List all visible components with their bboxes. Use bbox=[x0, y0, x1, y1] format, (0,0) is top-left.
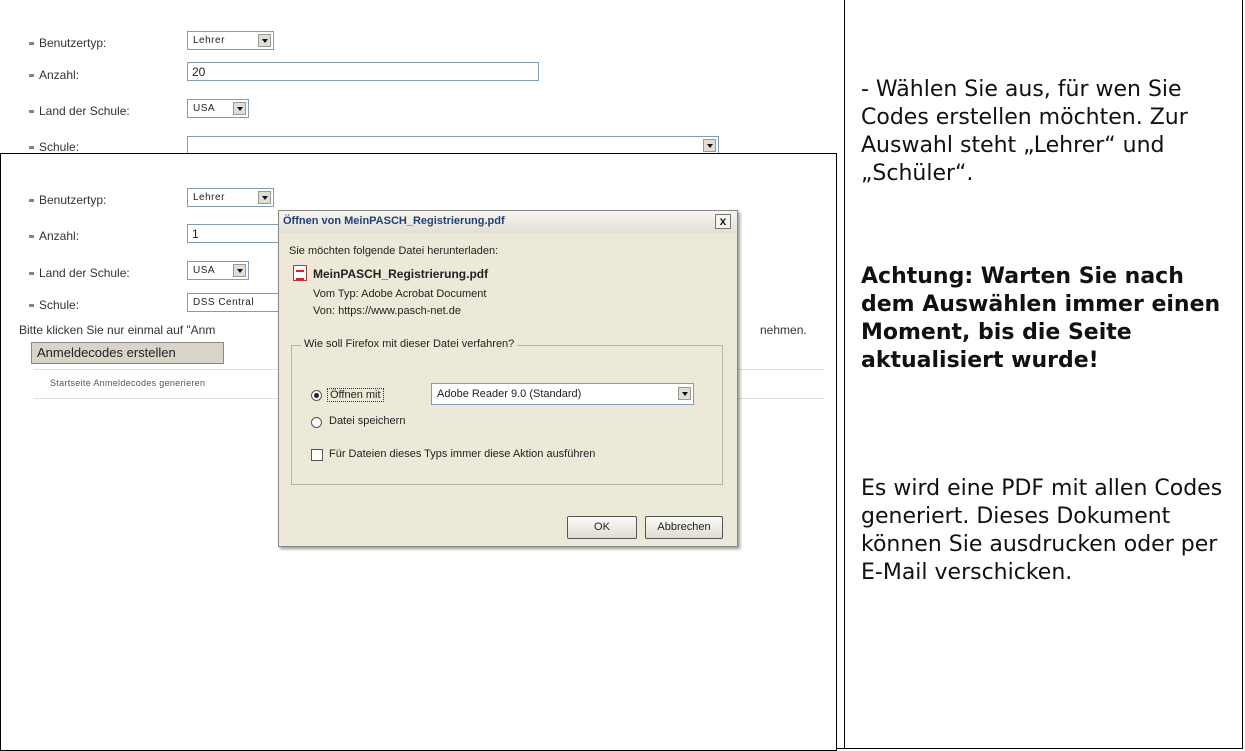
download-dialog: Öffnen von MeinPASCH_Registrierung.pdf x… bbox=[278, 210, 738, 547]
user-type-select-2[interactable]: Lehrer bbox=[187, 188, 274, 207]
pdf-file-icon bbox=[293, 265, 307, 281]
footer-breadcrumb: Startseite Anmeldecodes generieren bbox=[50, 378, 206, 388]
country-select[interactable]: USA bbox=[187, 99, 249, 118]
chevron-down-icon bbox=[233, 102, 246, 115]
instruction-choose: - Wählen Sie aus, für wen Sie Codes erst… bbox=[861, 77, 1188, 186]
country-label: Land der Schule: bbox=[29, 104, 130, 118]
action-group-label: Wie soll Firefox mit dieser Datei verfah… bbox=[301, 338, 518, 350]
ok-button[interactable]: OK bbox=[567, 516, 637, 539]
chevron-down-icon bbox=[678, 387, 691, 400]
save-file-label[interactable]: Datei speichern bbox=[329, 415, 405, 427]
user-type-label-2: Benutzertyp: bbox=[29, 193, 106, 207]
school-label: Schule: bbox=[29, 140, 79, 154]
dialog-file-type: Vom Typ: Adobe Acrobat Document bbox=[313, 288, 487, 300]
hint-text: Bitte klicken Sie nur einmal auf "Anm bbox=[19, 323, 216, 337]
count-input[interactable]: 20 bbox=[187, 62, 539, 81]
instruction-warning: Achtung: Warten Sie nach dem Auswählen i… bbox=[861, 264, 1221, 373]
save-file-radio[interactable] bbox=[311, 417, 322, 428]
cancel-button[interactable]: Abbrechen bbox=[645, 516, 723, 539]
country-label-2: Land der Schule: bbox=[29, 266, 130, 280]
dialog-intro: Sie möchten folgende Datei herunterladen… bbox=[289, 245, 499, 257]
dialog-title: Öffnen von MeinPASCH_Registrierung.pdf bbox=[283, 215, 505, 227]
count-label: Anzahl: bbox=[29, 68, 79, 82]
dialog-filename: MeinPASCH_Registrierung.pdf bbox=[313, 267, 489, 281]
chevron-down-icon bbox=[258, 34, 271, 47]
dialog-file-source: Von: https://www.pasch-net.de bbox=[313, 305, 461, 317]
open-with-radio[interactable] bbox=[311, 390, 322, 401]
create-codes-button[interactable]: Anmeldecodes erstellen bbox=[31, 342, 224, 364]
count-label-2: Anzahl: bbox=[29, 229, 79, 243]
chevron-down-icon bbox=[258, 191, 271, 204]
user-type-label: Benutzertyp: bbox=[29, 36, 106, 50]
chevron-down-icon bbox=[233, 264, 246, 277]
hint-text-end: nehmen. bbox=[760, 323, 807, 337]
always-do-label[interactable]: Für Dateien dieses Typs immer diese Akti… bbox=[329, 448, 595, 460]
always-do-checkbox[interactable] bbox=[311, 449, 323, 461]
country-select-2[interactable]: USA bbox=[187, 261, 249, 280]
open-with-select[interactable]: Adobe Reader 9.0 (Standard) bbox=[431, 383, 694, 405]
instruction-pdf: Es wird eine PDF mit allen Codes generie… bbox=[861, 476, 1223, 585]
open-with-label[interactable]: Öffnen mit bbox=[327, 388, 384, 402]
close-icon[interactable]: x bbox=[715, 214, 731, 229]
dialog-titlebar: Öffnen von MeinPASCH_Registrierung.pdf bbox=[279, 211, 737, 233]
user-type-select[interactable]: Lehrer bbox=[187, 31, 274, 50]
chevron-down-icon bbox=[703, 139, 716, 152]
school-label-2: Schule: bbox=[29, 298, 79, 312]
